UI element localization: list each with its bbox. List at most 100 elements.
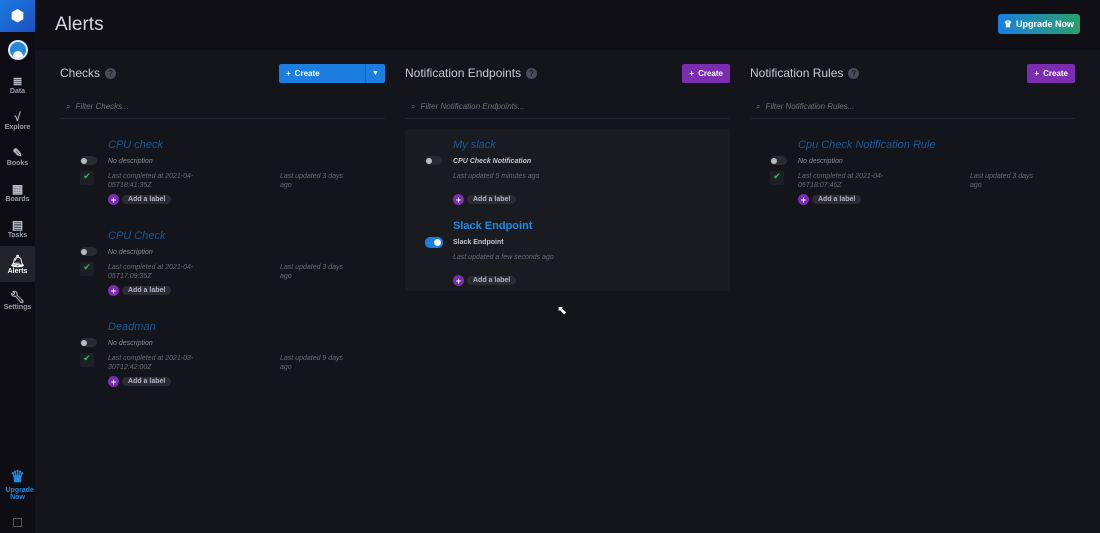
create-label: Create [698,68,723,78]
add-label-button[interactable]: + Add a label [108,376,172,387]
sidebar-upgrade-label: Upgrade Now [5,487,34,501]
card-description[interactable]: CPU Check Notification [453,158,531,165]
create-endpoint-button[interactable]: + Create [682,63,730,83]
sidebar-item-label: Explore [4,123,31,131]
check-card: CPU check No description ✔ Last complete… [60,129,385,220]
status-toggle[interactable] [770,156,787,165]
filter-rules-input[interactable]: ⌕ Filter Notification Rules... [750,95,1075,119]
card-description[interactable]: No description [108,249,153,256]
add-label-button[interactable]: + Add a label [453,194,517,205]
sidebar-item-label: Alerts [7,267,28,275]
sidebar-item-settings[interactable]: 🔧︎ Settings [0,282,35,318]
wrench-icon: 🔧︎ [9,289,26,304]
search-icon: ⌕ [411,101,416,111]
card-description[interactable]: No description [798,158,843,165]
search-icon: ⌕ [756,101,761,111]
add-label-text: Add a label [812,195,862,204]
create-check-button[interactable]: + Create ▼ [279,63,385,83]
add-label-text: Add a label [467,276,517,285]
endpoint-name-link[interactable]: My slack [453,139,496,151]
last-updated: Last updated 5 minutes ago [453,173,540,180]
add-label-text: Add a label [467,195,517,204]
influxdb-logo-icon[interactable]: ⬢ [0,0,35,32]
add-label-text: Add a label [122,195,172,204]
card-description[interactable]: No description [108,158,153,165]
check-icon: ✔ [80,353,94,367]
chevron-down-icon[interactable]: ▼ [365,63,385,83]
last-completed: Last completed at 2021-04-05T18:07:46Z [798,173,884,189]
add-label-text: Add a label [122,286,172,295]
sidebar-item-explore[interactable]: √ Explore [0,102,35,138]
card-description[interactable]: Slack Endpoint [453,239,504,246]
check-card: Deadman No description ✔ Last completed … [60,311,385,402]
explore-icon: √ [14,109,21,124]
create-rule-button[interactable]: + Create [1027,63,1075,83]
status-toggle[interactable] [80,156,97,165]
plus-icon: + [108,285,119,296]
bell-icon: 🔔︎ [9,253,26,268]
help-icon[interactable]: ? [526,67,538,79]
sidebar-item-alerts[interactable]: 🔔︎ Alerts [0,246,35,282]
last-completed: Last completed at 2021-03-30T12:42:00Z [108,355,194,371]
sidebar-item-tasks[interactable]: ▤ Tasks [0,210,35,246]
last-updated: Last updated 3 days ago [280,173,344,189]
sidebar-item-books[interactable]: ✎ Books [0,138,35,174]
last-completed: Last completed at 2021-04-05T18:41:35Z [108,173,194,189]
add-label-button[interactable]: + Add a label [108,194,172,205]
add-label-text: Add a label [122,377,172,386]
crown-icon: ♛ [10,469,25,486]
upgrade-label: Upgrade Now [1016,19,1075,29]
notebook-icon: ✎ [12,145,23,160]
filter-endpoints-input[interactable]: ⌕ Filter Notification Endpoints... [405,95,730,119]
collapse-icon[interactable] [13,518,22,527]
plus-icon: + [1034,68,1040,78]
placeholder: Filter Checks... [75,102,129,111]
avatar[interactable] [7,40,28,60]
sidebar-item-data[interactable]: ≣ Data [0,66,35,102]
add-label-button[interactable]: + Add a label [798,194,862,205]
sidebar-item-boards[interactable]: ▦ Boards [0,174,35,210]
sidebar: ⬢ ≣ Data √ Explore ✎ Books ▦ Boards ▤ Tasks 🔔︎ Aler… [0,0,35,533]
status-toggle[interactable] [80,338,97,347]
endpoint-name-link[interactable]: Slack Endpoint [453,220,532,232]
plus-icon: + [108,376,119,387]
check-name-link[interactable]: Deadman [108,321,156,333]
card-description[interactable]: No description [108,340,153,347]
check-name-link[interactable]: CPU Check [108,230,165,242]
search-icon: ⌕ [66,101,71,111]
status-toggle[interactable] [425,237,443,248]
sidebar-item-label: Data [9,87,26,95]
checks-title: Checks [60,66,101,80]
endpoints-column: Notification Endpoints? + Create ⌕ Filter … [405,62,730,291]
placeholder: Filter Notification Endpoints... [420,102,525,111]
calendar-icon: ▤ [11,217,24,232]
sidebar-item-label: Tasks [7,231,28,239]
database-icon: ≣ [12,73,23,88]
status-toggle[interactable] [80,247,97,256]
sidebar-upgrade-button[interactable]: ♛ Upgrade Now [0,467,35,501]
status-toggle[interactable] [425,156,442,165]
dashboard-icon: ▦ [11,181,24,196]
plus-icon: + [798,194,809,205]
add-label-button[interactable]: + Add a label [453,275,517,286]
page-title: Alerts [55,14,104,35]
check-name-link[interactable]: CPU check [108,139,163,151]
help-icon[interactable]: ? [105,67,117,79]
plus-icon: + [689,68,695,78]
plus-icon: + [453,275,464,286]
add-label-button[interactable]: + Add a label [108,285,172,296]
check-icon: ✔ [770,171,784,185]
rule-card: Cpu Check Notification Rule No descripti… [750,129,1075,220]
endpoints-title: Notification Endpoints [405,66,522,80]
sidebar-item-label: Books [6,159,29,167]
upgrade-now-button[interactable]: ♛ Upgrade Now [998,14,1080,34]
filter-checks-input[interactable]: ⌕ Filter Checks... [60,95,385,119]
rules-column: Notification Rules? + Create ⌕ Filter Noti… [750,62,1075,220]
check-icon: ✔ [80,171,94,185]
plus-icon: + [453,194,464,205]
help-icon[interactable]: ? [848,67,860,79]
last-updated: Last updated a few seconds ago [453,254,554,261]
rule-name-link[interactable]: Cpu Check Notification Rule [798,139,936,151]
sidebar-item-label: Boards [5,195,30,203]
checks-column: Checks? + Create ▼ ⌕ Filter Checks... CPU c… [60,62,385,402]
